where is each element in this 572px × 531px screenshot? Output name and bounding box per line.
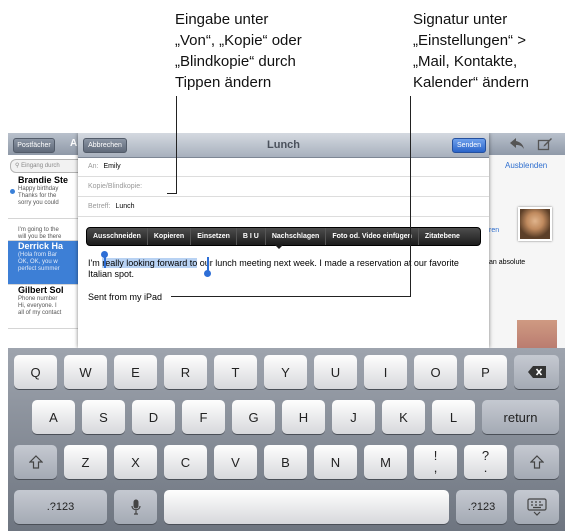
key-h[interactable]: H [282,400,325,434]
compose-title: Lunch [267,139,300,151]
signature[interactable]: Sent from my iPad [88,292,162,302]
microphone-icon [130,499,141,515]
selected-text: really looking forward to [102,258,198,268]
key-z[interactable]: Z [64,445,107,479]
compose-sheet: Abbrechen Lunch Senden An: Emily Kopie/Bl… [78,133,489,348]
key-a[interactable]: A [32,400,75,434]
subject-field[interactable]: Betreff: Lunch [78,197,489,217]
numbers-key-right[interactable]: .?123 [456,490,507,524]
message-body[interactable]: I'm really looking forward to our lunch … [88,258,483,280]
callout-left-leader-vertical [176,96,177,193]
callout-left-leader-horizontal [167,193,177,194]
ipad-screen: Postfächer A ⚲ Eingang durch Brandie Ste… [8,133,565,531]
key-g[interactable]: G [232,400,275,434]
callout-right-leader-vertical [410,96,411,296]
reply-icon[interactable] [509,137,525,151]
backspace-icon [527,366,546,378]
menu-format[interactable]: B I U [237,228,266,245]
keyboard: Q W E R T Y U I O P A S D F G H J K L re… [8,348,565,531]
shift-icon [529,455,544,469]
compose-toolbar: Abbrechen Lunch Senden [78,133,489,158]
key-n[interactable]: N [314,445,357,479]
key-d[interactable]: D [132,400,175,434]
shift-icon [28,455,43,469]
message-detail-pane: Ausblenden ren an absolute [489,155,565,355]
contact-photo [518,207,552,241]
key-f[interactable]: F [182,400,225,434]
hide-keyboard-key[interactable] [514,490,559,524]
selection-end-handle[interactable] [204,270,211,277]
key-s[interactable]: S [82,400,125,434]
to-field[interactable]: An: Emily [78,157,489,177]
key-p[interactable]: P [464,355,507,389]
search-field[interactable]: ⚲ Eingang durch [10,159,83,173]
unread-dot-icon [10,189,15,194]
list-item[interactable]: Gilbert Sol Phone number Hi, everyone. I… [8,285,83,329]
dictation-key[interactable] [114,490,157,524]
callout-right-leader-horizontal [171,296,411,297]
key-t[interactable]: T [214,355,257,389]
key-i[interactable]: I [364,355,407,389]
cc-bcc-field[interactable]: Kopie/Blindkopie: [78,177,489,197]
menu-copy[interactable]: Kopieren [148,228,192,245]
key-l[interactable]: L [432,400,475,434]
key-x[interactable]: X [114,445,157,479]
callout-right: Signatur unter „Einstellungen“ > „Mail, … [413,11,529,91]
key-b[interactable]: B [264,445,307,479]
hide-button[interactable]: Ausblenden [505,161,547,170]
key-w[interactable]: W [64,355,107,389]
menu-lookup[interactable]: Nachschlagen [266,228,327,245]
list-item[interactable]: Brandie Ste Happy birthday Thanks for th… [8,175,83,219]
edit-menu-pointer [274,244,284,249]
menu-paste[interactable]: Einsetzen [191,228,237,245]
callout-left: Eingabe unter „Von“, „Kopie“ oder „Blind… [175,11,302,91]
return-key[interactable]: return [482,400,559,434]
key-u[interactable]: U [314,355,357,389]
key-r[interactable]: R [164,355,207,389]
key-m[interactable]: M [364,445,407,479]
key-exclaim-comma[interactable]: ! , [414,445,457,479]
list-item-selected[interactable]: Derrick Ha (Hola from Bar OK, OK, you w … [8,241,83,285]
key-v[interactable]: V [214,445,257,479]
space-bar[interactable] [164,490,449,524]
keyboard-hide-icon [526,498,547,516]
send-button[interactable]: Senden [452,138,486,153]
shift-key-left[interactable] [14,445,57,479]
key-question-period[interactable]: ? . [464,445,507,479]
list-item[interactable]: I'm going to the will you be there [8,219,83,241]
key-c[interactable]: C [164,445,207,479]
numbers-key-left[interactable]: .?123 [14,490,107,524]
menu-cut[interactable]: Ausschneiden [87,228,148,245]
mailbox-title-partial: A [70,138,78,149]
key-j[interactable]: J [332,400,375,434]
menu-insert-photo[interactable]: Foto od. Video einfügen [326,228,419,245]
backspace-key[interactable] [514,355,559,389]
menu-quote-level[interactable]: Zitatebene [419,228,466,245]
message-list: ⚲ Eingang durch Brandie Ste Happy birthd… [8,155,83,355]
shift-key-right[interactable] [514,445,559,479]
key-o[interactable]: O [414,355,457,389]
selection-start-caret [104,254,106,268]
key-y[interactable]: Y [264,355,307,389]
mailboxes-button[interactable]: Postfächer [13,138,55,153]
search-icon: ⚲ [15,163,20,169]
compose-icon[interactable] [537,137,553,151]
key-q[interactable]: Q [14,355,57,389]
selection-end-caret [207,257,209,271]
key-e[interactable]: E [114,355,157,389]
key-k[interactable]: K [382,400,425,434]
